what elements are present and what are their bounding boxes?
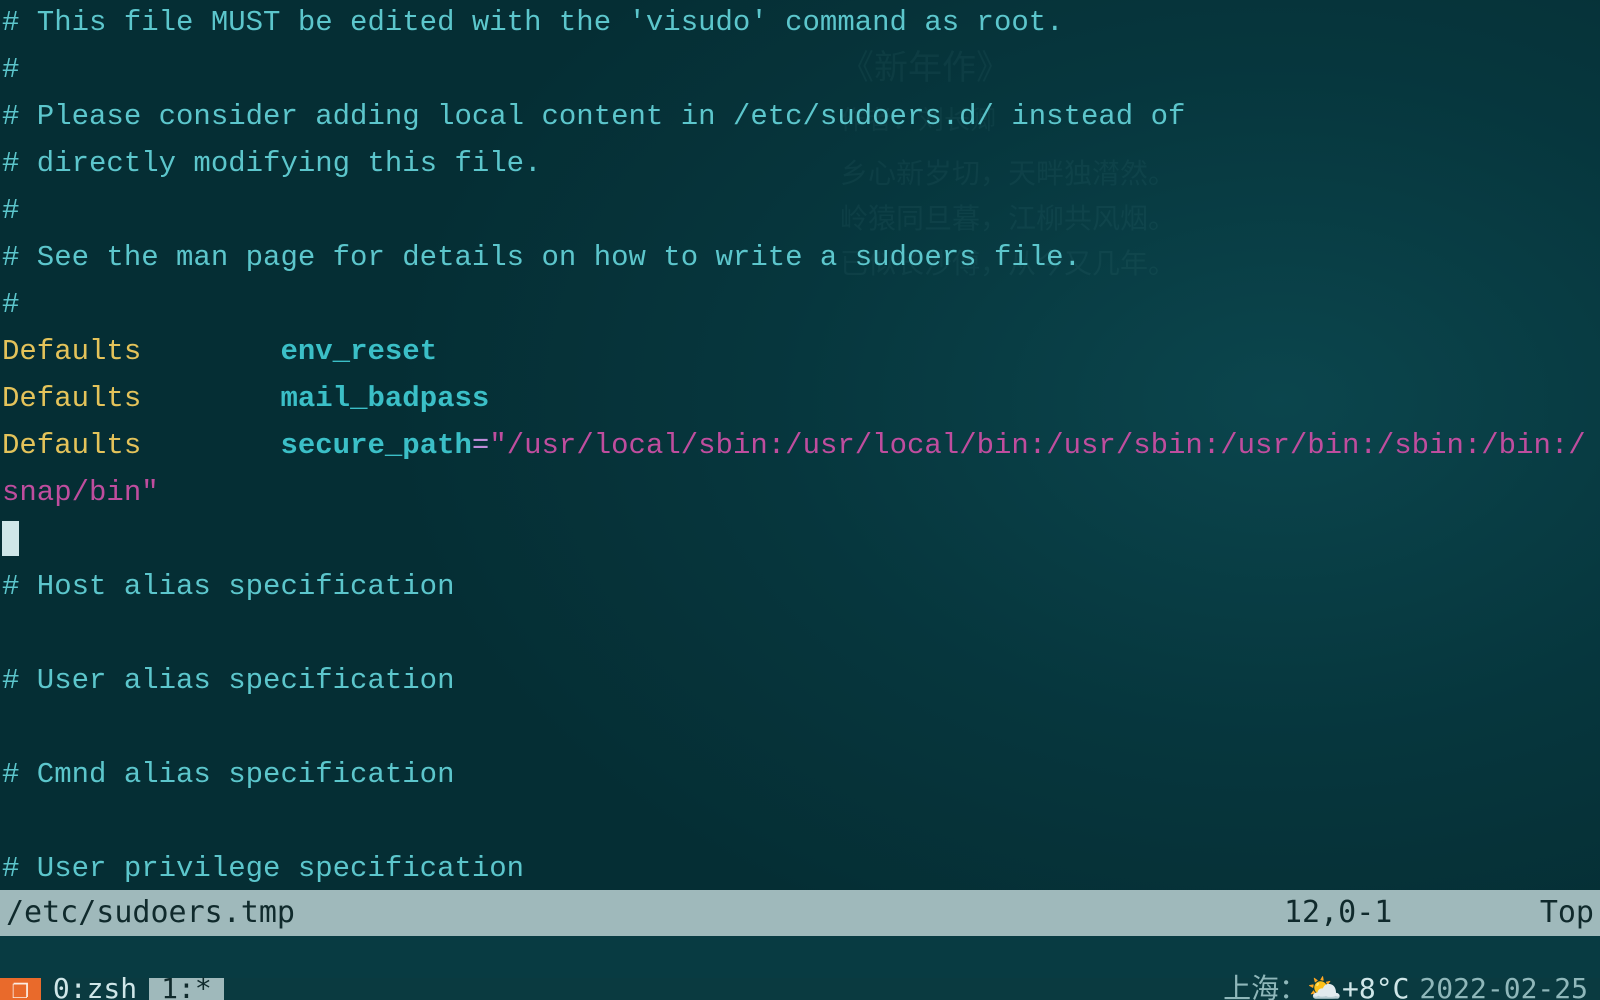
tmux-right-status: 上海： ⛅ +8°C 2022-02-25 <box>1211 978 1600 1000</box>
editor-line[interactable] <box>2 517 1598 564</box>
token-plain <box>2 711 19 744</box>
editor-line[interactable]: # Cmnd alias specification <box>2 752 1598 799</box>
token-comment: # User privilege specification <box>2 852 524 885</box>
token-eq: = <box>472 429 489 462</box>
tmux-window-0-label: 0:zsh <box>53 966 137 1000</box>
token-plain <box>141 429 280 462</box>
editor-line[interactable]: Defaults mail_badpass <box>2 376 1598 423</box>
token-comment: # Please consider adding local content i… <box>2 100 1185 133</box>
editor-line[interactable]: Defaults secure_path="/usr/local/sbin:/u… <box>2 423 1598 517</box>
token-comment: # Cmnd alias specification <box>2 758 454 791</box>
token-option: env_reset <box>280 335 437 368</box>
tmux-status-bar: ❐ 0:zsh 1: * 上海： ⛅ +8°C 2022-02-25 <box>0 978 1600 1000</box>
token-keyword: Defaults <box>2 429 141 462</box>
token-option: mail_badpass <box>280 382 489 415</box>
token-option: secure_path <box>280 429 471 462</box>
token-plain <box>141 382 280 415</box>
token-keyword: Defaults <box>2 335 141 368</box>
token-plain <box>2 617 19 650</box>
editor-line[interactable]: # See the man page for details on how to… <box>2 235 1598 282</box>
token-comment: # This file MUST be edited with the 'vis… <box>2 6 1064 39</box>
vim-editor-viewport[interactable]: # This file MUST be edited with the 'vis… <box>0 0 1600 1000</box>
editor-line[interactable]: Defaults env_reset <box>2 329 1598 376</box>
tmux-session-icon: ❐ <box>12 966 29 1000</box>
tmux-location: 上海： <box>1223 966 1307 1000</box>
token-keyword: Defaults <box>2 382 141 415</box>
vim-status-cursor: 12,0-1 <box>1284 889 1504 938</box>
editor-line[interactable]: # Host alias specification <box>2 564 1598 611</box>
token-plain <box>141 335 280 368</box>
editor-line[interactable] <box>2 611 1598 658</box>
token-plain <box>2 805 19 838</box>
tmux-temperature: +8°C <box>1342 966 1409 1000</box>
text-cursor <box>2 521 19 556</box>
token-comment: # <box>2 53 19 86</box>
editor-line[interactable]: # This file MUST be edited with the 'vis… <box>2 0 1598 47</box>
editor-line[interactable]: # <box>2 282 1598 329</box>
editor-line[interactable] <box>2 705 1598 752</box>
token-comment: # Host alias specification <box>2 570 454 603</box>
tmux-window-0[interactable]: 0:zsh <box>41 978 149 1000</box>
vim-status-filename: /etc/sudoers.tmp <box>6 889 1284 938</box>
tmux-window-1-active[interactable]: 1: * <box>149 978 224 1000</box>
token-comment: # <box>2 288 19 321</box>
vim-status-bar: /etc/sudoers.tmp 12,0-1 Top <box>0 890 1600 936</box>
editor-line[interactable]: # directly modifying this file. <box>2 141 1598 188</box>
token-comment: # See the man page for details on how to… <box>2 241 1081 274</box>
tmux-window-1-label: 1: <box>161 966 195 1000</box>
tmux-session-indicator[interactable]: ❐ <box>0 978 41 1000</box>
token-comment: # User alias specification <box>2 664 454 697</box>
tmux-date: 2022-02-25 <box>1419 966 1588 1000</box>
vim-status-scroll: Top <box>1504 889 1594 938</box>
editor-line[interactable]: # User alias specification <box>2 658 1598 705</box>
editor-line[interactable] <box>2 799 1598 846</box>
editor-line[interactable]: # User privilege specification <box>2 846 1598 893</box>
editor-line[interactable]: # <box>2 47 1598 94</box>
weather-icon: ⛅ <box>1307 966 1342 1000</box>
editor-line[interactable]: # Please consider adding local content i… <box>2 94 1598 141</box>
tmux-window-1-flag: * <box>195 966 212 1000</box>
token-comment: # <box>2 194 19 227</box>
token-comment: # directly modifying this file. <box>2 147 542 180</box>
editor-line[interactable]: # <box>2 188 1598 235</box>
